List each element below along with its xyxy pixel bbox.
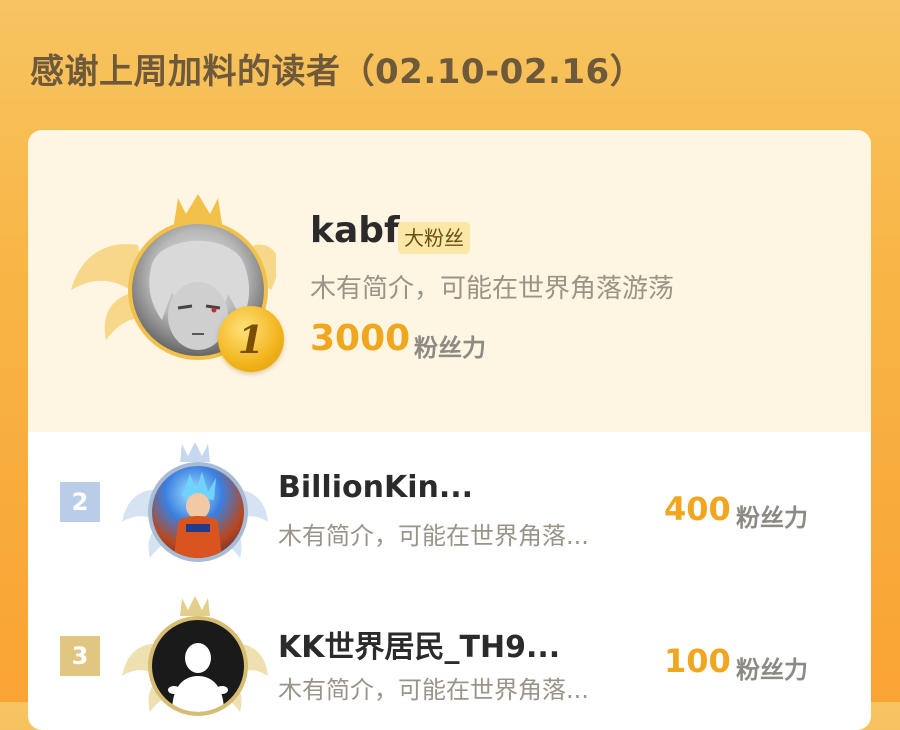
person-silhouette-icon bbox=[168, 643, 228, 712]
fighter-figure-icon bbox=[174, 472, 222, 558]
reader-score-unit: 粉丝力 bbox=[736, 504, 808, 532]
reader-score-unit: 粉丝力 bbox=[736, 656, 808, 684]
top-reader-name[interactable]: kabf bbox=[310, 210, 400, 251]
readers-card: 1 kabf 大粉丝 木有简介，可能在世界角落游荡 3000 粉丝力 2 Bil… bbox=[28, 130, 871, 730]
reader-name[interactable]: KK世界居民_TH9... bbox=[278, 622, 560, 666]
rank-3-badge-icon: 3 bbox=[60, 636, 100, 676]
default-person-avatar[interactable] bbox=[148, 616, 248, 716]
rank-2-badge-icon: 2 bbox=[60, 482, 100, 522]
reader-score: 400 bbox=[664, 490, 731, 528]
reader-bio: 木有简介，可能在世界角落... bbox=[278, 522, 589, 550]
top-reader-score: 3000 bbox=[310, 318, 411, 359]
reader-score: 100 bbox=[664, 642, 731, 680]
top-reader-score-unit: 粉丝力 bbox=[414, 334, 486, 362]
fan-level-badge: 大粉丝 bbox=[398, 222, 470, 254]
top-reader-bio: 木有简介，可能在世界角落游荡 bbox=[310, 274, 675, 304]
rank-1-medal-icon: 1 bbox=[218, 306, 284, 372]
reader-name[interactable]: BillionKin... bbox=[278, 470, 473, 505]
reader-bio: 木有简介，可能在世界角落... bbox=[278, 676, 589, 704]
page-title: 感谢上周加料的读者（02.10-02.16） bbox=[30, 52, 645, 92]
anime-fighter-avatar[interactable] bbox=[148, 462, 248, 562]
